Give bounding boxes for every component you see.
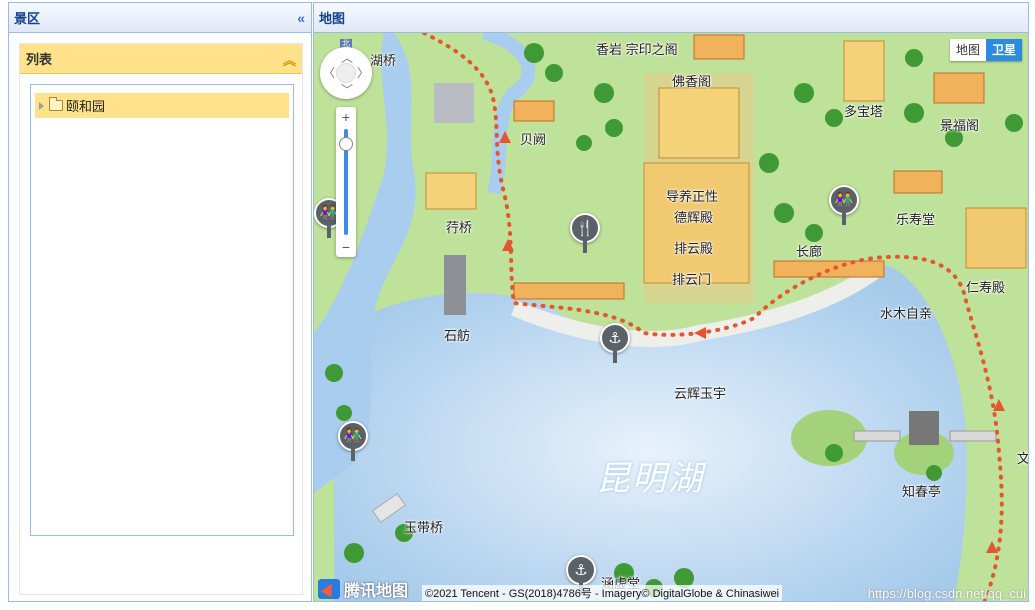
place-label[interactable]: 景福阁	[940, 115, 979, 134]
restroom-pin[interactable]: 👫	[338, 421, 368, 463]
place-label[interactable]: 仁寿殿	[966, 277, 1005, 296]
expand-arrow-icon[interactable]	[39, 101, 44, 110]
place-label[interactable]: 多宝塔	[844, 101, 883, 120]
scenic-tree: 颐和园	[30, 84, 294, 536]
restroom-icon: 👫	[338, 421, 368, 451]
map-type-switch: 地图 卫星	[949, 39, 1022, 61]
map-navigation-control: 北 ︿ 〈 〉 ﹀ + −	[320, 39, 372, 269]
place-label[interactable]: 知春亭	[902, 481, 941, 500]
map-canvas[interactable]: 香岩 宗印之阁 佛香阁 多宝塔 景福阁 贝阙 导养正性 德辉殿 排云殿 排云门 …	[314, 33, 1028, 601]
tree-node-label: 颐和园	[66, 99, 106, 114]
place-label[interactable]: 香岩 宗印之阁	[596, 39, 678, 58]
map-type-map-button[interactable]: 地图	[949, 39, 986, 61]
tree-node-yiheyuan[interactable]: 颐和园	[35, 93, 289, 118]
map-copyright: ©2021 Tencent - GS(2018)4786号 - Imagery©…	[422, 585, 783, 601]
place-label[interactable]: 湖桥	[370, 50, 396, 69]
place-label[interactable]: 文	[1017, 448, 1028, 467]
double-chevron-left-icon[interactable]: «	[297, 10, 305, 26]
anchor-icon: ⚓	[600, 323, 630, 353]
list-panel-header: 列表 ︽	[20, 44, 302, 74]
scenic-panel-title: 景区	[14, 11, 41, 26]
place-label[interactable]: 德辉殿	[674, 207, 713, 226]
place-label[interactable]: 长廊	[796, 241, 822, 260]
map-type-satellite-button[interactable]: 卫星	[985, 39, 1022, 61]
place-label[interactable]: 玉带桥	[404, 517, 443, 536]
scenic-area-panel: 景区 « 列表 ︽ 颐和园	[8, 2, 312, 602]
place-label[interactable]: 云辉玉宇	[674, 383, 726, 402]
double-chevron-up-icon[interactable]: ︽	[283, 50, 296, 69]
map-panel-header: 地图	[314, 3, 1028, 33]
zoom-in-button[interactable]: +	[336, 109, 356, 125]
place-label[interactable]: 排云殿	[674, 238, 713, 257]
restaurant-pin[interactable]: 🍴	[570, 213, 600, 255]
fork-knife-icon: 🍴	[570, 213, 600, 243]
pan-down-icon[interactable]: ﹀	[341, 81, 353, 98]
restroom-pin[interactable]: 👫	[829, 185, 859, 227]
restroom-icon: 👫	[829, 185, 859, 215]
pan-right-icon[interactable]: 〉	[357, 64, 369, 81]
list-panel: 列表 ︽ 颐和园	[19, 43, 303, 595]
place-label[interactable]: 佛香阁	[672, 71, 711, 90]
map-panel-title: 地图	[319, 11, 346, 26]
zoom-out-button[interactable]: −	[336, 239, 356, 255]
place-label[interactable]: 排云门	[672, 269, 711, 288]
watermark: https://blog.csdn.net/qq_cui	[867, 586, 1026, 601]
anchor-icon: ⚓	[566, 555, 596, 585]
tencent-map-logo-icon	[318, 579, 340, 599]
dock-pin[interactable]: ⚓	[600, 323, 630, 365]
zoom-slider-handle[interactable]	[339, 137, 353, 151]
place-label[interactable]: 水木自亲	[880, 303, 932, 322]
pan-left-icon[interactable]: 〈	[323, 64, 335, 81]
place-label[interactable]: 导养正性	[666, 186, 718, 205]
zoom-slider[interactable]: + −	[336, 107, 356, 257]
place-label[interactable]: 石舫	[444, 325, 470, 344]
place-label[interactable]: 荇桥	[446, 217, 472, 236]
folder-icon	[49, 97, 63, 111]
place-label[interactable]: 贝阙	[520, 129, 546, 148]
lake-label: 昆明湖	[596, 460, 704, 498]
place-label[interactable]: 乐寿堂	[896, 209, 935, 228]
tencent-map-logo[interactable]: 腾讯地图	[318, 577, 408, 601]
scenic-panel-header: 景区 «	[9, 3, 311, 33]
logo-text: 腾讯地图	[344, 583, 409, 600]
pan-control[interactable]: ︿ 〈 〉 ﹀	[320, 47, 372, 99]
map-panel: 地图 香岩 宗印之阁 佛香阁 多宝塔 景福阁 贝阙 导养正性 德辉殿 排云殿 排…	[313, 2, 1029, 602]
list-panel-title: 列表	[26, 52, 53, 67]
